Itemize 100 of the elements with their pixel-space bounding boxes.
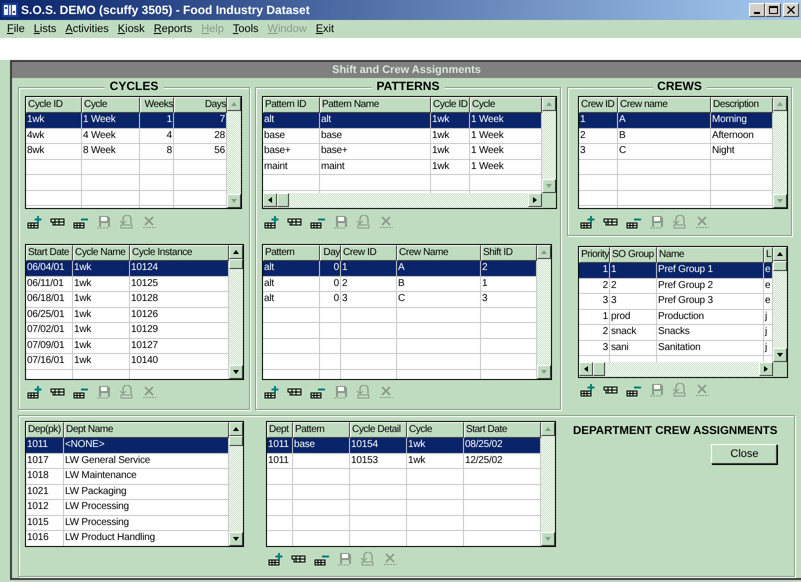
table-row[interactable]: 1017 LW General Service [26,454,229,469]
scroll-down-button[interactable] [227,194,241,208]
vertical-scrollbar[interactable] [773,97,787,208]
table-row[interactable]: 07/02/01 1wk 10129 [26,323,229,338]
table-row[interactable]: 3 3 Pref Group 3 e [579,294,773,310]
table-row[interactable]: 1015 LW Processing [26,516,229,531]
table-row[interactable]: maint maint 1wk 1 Week [263,160,542,175]
column-header[interactable]: Crew ID [579,97,618,113]
column-header[interactable]: Dept [267,422,293,438]
scroll-up-button[interactable] [229,422,243,436]
table-row[interactable]: base+ base+ 1wk 1 Week [263,144,542,160]
scroll-up-button[interactable] [229,245,243,259]
table-row[interactable]: 8wk 8 Week 8 56 [26,144,227,160]
column-header[interactable]: Cycle ID [26,97,82,113]
column-header[interactable]: Cycle Instance [130,245,229,261]
column-header[interactable]: Cycle Name [73,245,130,261]
column-header[interactable]: Shift ID [481,245,537,261]
scroll-down-button[interactable] [537,365,551,379]
add-row-icon[interactable] [264,215,279,229]
menu-item[interactable]: Kiosk [118,20,145,38]
table-row[interactable]: alt 0 2 B 1 [263,276,537,292]
vertical-scrollbar[interactable] [541,422,555,546]
column-header[interactable]: Cycle Detail [350,422,407,438]
table-row[interactable]: 1 1 Pref Group 1 e [579,263,773,278]
table-row[interactable]: 2 2 Pref Group 2 e [579,278,773,294]
column-header[interactable]: Crew name [618,97,711,113]
column-header[interactable]: L [764,247,773,263]
table-row[interactable]: 1 prod Production j [579,310,773,325]
table-row[interactable]: 1 A Morning [579,113,773,128]
scroll-up-button[interactable] [227,97,241,111]
table-row[interactable]: alt 0 3 C 3 [263,292,537,308]
column-header[interactable]: Cycle [407,422,464,438]
column-header[interactable]: Days [174,97,227,113]
vertical-scrollbar[interactable] [773,247,787,362]
scroll-right-button[interactable] [759,362,773,376]
scroll-thumb[interactable] [277,193,289,207]
scroll-up-button[interactable] [541,422,555,436]
column-header[interactable]: Start Date [464,422,541,438]
table-row[interactable]: 3 C Night [579,144,773,160]
add-row-icon[interactable] [580,383,595,397]
column-header[interactable]: Start Date [26,245,73,261]
vertical-scrollbar[interactable] [227,97,241,208]
scroll-up-button[interactable] [542,97,556,111]
scroll-down-button[interactable] [229,532,243,546]
column-header[interactable]: Priority [579,247,610,263]
table-row[interactable]: 07/16/01 1wk 10140 [26,354,229,370]
table-row[interactable]: 1011 10153 1wk 12/25/02 [267,454,541,469]
column-header[interactable]: Pattern Name [320,97,431,113]
scroll-thumb[interactable] [229,436,243,446]
vertical-scrollbar[interactable] [229,245,243,379]
menu-item[interactable]: Activities [65,20,109,38]
column-header[interactable]: Crew Name [397,245,481,261]
table-row[interactable]: 1011 <NONE> [26,438,229,454]
column-header[interactable]: Description [711,97,773,113]
vertical-scrollbar[interactable] [537,245,551,379]
scroll-down-button[interactable] [773,348,787,362]
table-row[interactable]: 1021 LW Packaging [26,484,229,500]
table-row[interactable]: alt 0 1 A 2 [263,261,537,276]
table-row[interactable]: 3 sani Sanitation j [579,340,773,356]
table-row[interactable]: base base 1wk 1 Week [263,128,542,144]
table-row[interactable]: 2 snack Snacks j [579,325,773,340]
table-row[interactable]: 06/18/01 1wk 10128 [26,292,229,308]
close-button[interactable]: Close [711,444,778,464]
scroll-down-button[interactable] [229,365,243,379]
table-row[interactable]: 06/25/01 1wk 10126 [26,308,229,323]
table-row[interactable]: 06/04/01 1wk 10124 [26,261,229,276]
table-row[interactable]: 1wk 1 Week 1 7 [26,113,227,128]
table-row[interactable]: 1018 LW Maintenance [26,469,229,484]
scroll-down-button[interactable] [542,179,556,193]
menu-item[interactable]: Lists [34,20,56,38]
table-row[interactable]: 1011 base 10154 1wk 08/25/02 [267,438,541,454]
column-header[interactable]: Cycle [82,97,140,113]
menu-item[interactable]: Tools [232,20,259,38]
table-row[interactable]: 06/11/01 1wk 10125 [26,276,229,292]
column-header[interactable]: Name [657,247,764,263]
scroll-up-button[interactable] [773,247,787,261]
table-row[interactable]: 4wk 4 Week 4 28 [26,128,227,144]
column-header[interactable]: Crew ID [341,245,397,261]
add-row-icon[interactable] [27,385,42,399]
horizontal-scrollbar[interactable] [263,193,542,208]
column-header[interactable]: SO Group [610,247,657,263]
close-button[interactable] [783,3,799,17]
scroll-left-button[interactable] [263,193,277,207]
add-row-icon[interactable] [268,552,283,566]
scroll-down-button[interactable] [541,532,555,546]
scroll-up-button[interactable] [537,245,551,259]
column-header[interactable]: Cycle [470,97,542,113]
column-header[interactable]: Pattern [263,245,320,261]
table-row[interactable]: alt alt 1wk 1 Week [263,113,542,128]
scroll-left-button[interactable] [579,362,593,376]
add-row-icon[interactable] [264,385,279,399]
table-row[interactable]: 1012 LW Processing [26,500,229,516]
column-header[interactable]: Dep(pk) [26,422,64,438]
vertical-scrollbar[interactable] [542,97,556,193]
scroll-thumb[interactable] [773,261,787,271]
scroll-thumb[interactable] [593,362,605,376]
vertical-scrollbar[interactable] [229,422,243,546]
column-header[interactable]: Pattern ID [263,97,320,113]
menu-item[interactable]: Exit [316,20,334,38]
column-header[interactable]: Day [320,245,341,261]
